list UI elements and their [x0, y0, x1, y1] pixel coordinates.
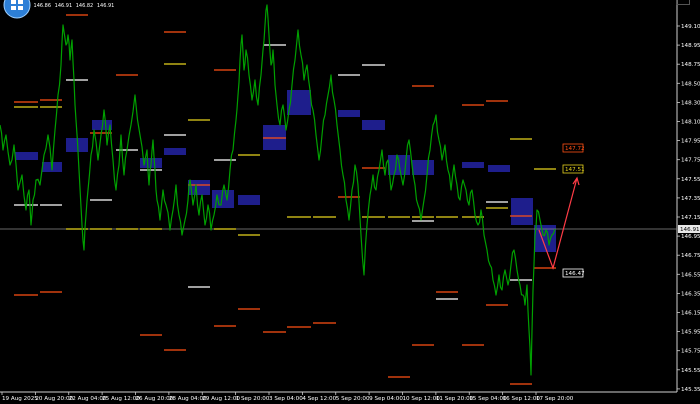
zone-box — [511, 198, 533, 225]
time-tick-label: 16 Sep 12:00 — [503, 396, 541, 402]
ohlc-low: 146.82 — [75, 3, 94, 9]
price-tick-label: 147.95 — [681, 139, 700, 145]
price-tick-label: 147.55 — [681, 177, 700, 183]
zone-box — [338, 110, 360, 117]
zone-box — [412, 160, 434, 175]
time-tick-label: 15 Sep 04:00 — [469, 396, 507, 402]
price-tick-label: 146.35 — [681, 291, 700, 297]
price-tick-label: 147.75 — [681, 158, 700, 164]
price-tick-label: 148.75 — [681, 62, 700, 68]
price-series-line — [0, 4, 556, 376]
projection-arrow-path — [538, 177, 578, 270]
ohlc-open: 146.86 — [33, 3, 52, 9]
price-tick-label: 145.35 — [681, 387, 700, 393]
time-tick-label: 11 Sep 20:00 — [436, 396, 474, 402]
ohlc-high: 146.91 — [54, 3, 73, 9]
price-label-text: 146.47 — [565, 271, 585, 277]
price-label-text: 147.72 — [565, 146, 585, 152]
time-tick-label: 17 Sep 20:00 — [536, 396, 574, 402]
time-tick-label: 1 Sep 20:00 — [236, 396, 270, 402]
price-tick-label: 146.55 — [681, 272, 700, 278]
zone-box — [488, 165, 510, 172]
price-tick-label: 148.10 — [681, 120, 700, 126]
price-tick-label: 145.55 — [681, 368, 700, 374]
price-tick-label: 145.95 — [681, 330, 700, 336]
zone-box — [462, 162, 484, 168]
price-tick-label: 146.95 — [681, 234, 700, 240]
price-tick-label: 146.75 — [681, 253, 700, 259]
zone-box — [15, 152, 38, 160]
current-price-label: 146.91 — [680, 227, 700, 233]
price-tick-label: 145.75 — [681, 349, 700, 355]
time-tick-label: 5 Sep 20:00 — [336, 396, 370, 402]
price-tick-label: 147.35 — [681, 196, 700, 202]
price-chart[interactable]: 149.10 148.95 148.75 148.50 148.30 148.10 147.… — [0, 0, 700, 404]
panel-handle-icon[interactable] — [676, 0, 690, 5]
time-tick-label: 3 Sep 04:00 — [269, 396, 303, 402]
time-tick-label: 9 Sep 04:00 — [369, 396, 403, 402]
price-label-text: 147.51 — [565, 167, 585, 173]
price-tick-label: 148.50 — [681, 81, 700, 87]
price-tick-label: 146.15 — [681, 311, 700, 317]
time-tick-label: 10 Sep 12:00 — [403, 396, 441, 402]
ohlc-close: 146.91 — [96, 3, 115, 9]
zone-box — [362, 120, 385, 130]
price-tick-label: 147.15 — [681, 215, 700, 221]
zone-box — [238, 195, 260, 205]
quick-menu-icon[interactable] — [2, 0, 32, 20]
price-tick-label: 148.30 — [681, 100, 700, 106]
price-tick-label: 149.10 — [681, 24, 700, 30]
ohlc-readout: H1 146.86 146.91 146.82 146.91 — [23, 3, 116, 9]
chart-canvas[interactable]: 149.10 148.95 148.75 148.50 148.30 148.10 147.… — [0, 0, 700, 404]
price-tick-label: 148.95 — [681, 43, 700, 49]
zone-box — [164, 148, 186, 155]
time-tick-label: 19 Aug 2025 — [2, 396, 38, 402]
time-tick-label: 4 Sep 12:00 — [302, 396, 336, 402]
